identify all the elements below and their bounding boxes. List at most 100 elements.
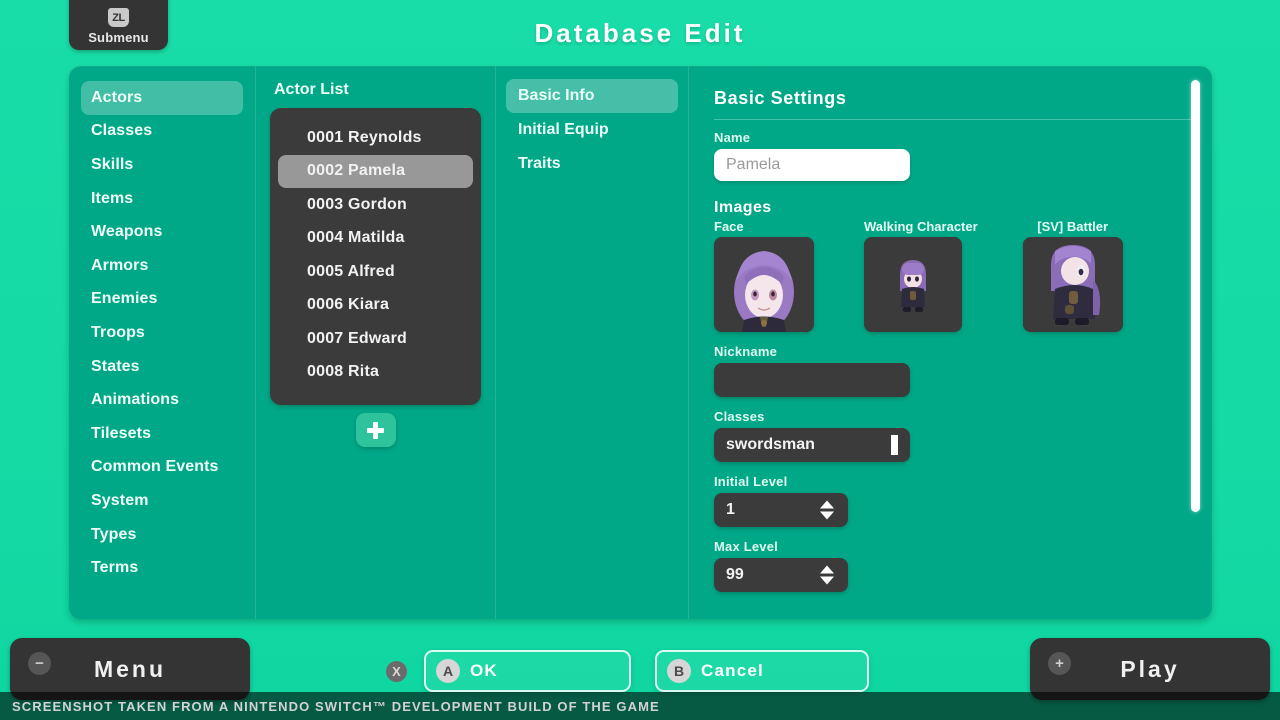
actor-label: 0004 Matilda	[307, 229, 405, 247]
list-item[interactable]: 0005 Alfred	[278, 255, 473, 289]
plus-icon	[367, 421, 384, 439]
actor-label: 0003 Gordon	[307, 195, 408, 213]
sidebar-item-label: Classes	[91, 122, 153, 140]
sidebar-item-label: Actors	[91, 88, 143, 106]
images-section-label: Images	[714, 199, 772, 216]
max-level-label: Max Level	[714, 539, 778, 554]
sidebar-item-classes[interactable]: Classes	[81, 115, 243, 149]
image-caption: [SV] Battler	[1037, 219, 1109, 234]
initial-level-label: Initial Level	[714, 474, 788, 489]
sidebar-item-common-events[interactable]: Common Events	[81, 451, 243, 485]
list-item[interactable]: 0006 Kiara	[278, 289, 473, 323]
list-item[interactable]: 0008 Rita	[278, 356, 473, 390]
database-window: Actors Classes Skills Items Weapons Armo…	[69, 66, 1212, 619]
sidebar-item-label: Common Events	[91, 458, 219, 476]
max-level-stepper[interactable]: 99	[714, 558, 848, 592]
list-item[interactable]: 0001 Reynolds	[278, 121, 473, 155]
actor-label: 0006 Kiara	[307, 296, 390, 314]
sidebar-item-tilesets[interactable]: Tilesets	[81, 417, 243, 451]
stepper-arrows[interactable]	[820, 565, 834, 585]
stepper-arrows[interactable]	[820, 500, 834, 520]
sidebar-item-types[interactable]: Types	[81, 518, 243, 552]
initial-level-value: 1	[726, 501, 735, 518]
name-input[interactable]: Pamela	[714, 149, 910, 181]
sidebar-item-label: Troops	[91, 323, 145, 341]
actor-label: 0007 Edward	[307, 329, 408, 347]
sidebar-item-items[interactable]: Items	[81, 182, 243, 216]
image-slot-face[interactable]: Face	[714, 219, 814, 332]
sidebar-item-label: Armors	[91, 256, 149, 274]
actor-label: 0002 Pamela	[307, 162, 406, 180]
sidebar-item-actors[interactable]: Actors	[81, 81, 243, 115]
nickname-label: Nickname	[714, 344, 778, 359]
app-screen: ZL Submenu Database Edit Actors Classes …	[0, 0, 1280, 720]
image-slot-sv-battler[interactable]: [SV] Battler	[1022, 219, 1123, 332]
minus-button-icon: −	[28, 652, 51, 675]
sidebar-item-label: System	[91, 491, 149, 509]
list-item[interactable]: 0007 Edward	[278, 322, 473, 356]
chevron-up-icon[interactable]	[820, 565, 834, 574]
classes-label: Classes	[714, 409, 765, 424]
face-image-frame[interactable]	[714, 237, 814, 332]
walking-character-image-frame[interactable]	[864, 237, 962, 332]
sidebar-item-skills[interactable]: Skills	[81, 148, 243, 182]
cancel-button[interactable]: B Cancel	[655, 650, 869, 692]
max-level-value: 99	[726, 566, 744, 583]
menu-button[interactable]: − Menu	[10, 638, 250, 700]
tab-label: Traits	[518, 155, 561, 172]
chevron-down-icon[interactable]	[820, 511, 834, 520]
tab-label: Basic Info	[518, 87, 595, 104]
list-item[interactable]: 0004 Matilda	[278, 222, 473, 256]
list-item[interactable]: 0003 Gordon	[278, 188, 473, 222]
actor-list-column: Actor List 0001 Reynolds 0002 Pamela 000…	[256, 66, 496, 619]
a-button-icon: A	[436, 659, 460, 683]
tab-basic-info[interactable]: Basic Info	[506, 79, 678, 113]
chevron-down-icon[interactable]	[820, 576, 834, 585]
sv-battler-image-frame[interactable]	[1022, 237, 1123, 332]
sidebar-item-label: Tilesets	[91, 424, 152, 442]
actor-label: 0005 Alfred	[307, 262, 395, 280]
sidebar-item-label: Enemies	[91, 290, 158, 308]
sidebar-item-enemies[interactable]: Enemies	[81, 283, 243, 317]
chevron-up-icon[interactable]	[820, 500, 834, 509]
sidebar-item-troops[interactable]: Troops	[81, 316, 243, 350]
plus-button-icon: +	[1048, 652, 1071, 675]
nickname-input[interactable]	[714, 363, 910, 397]
play-button-label: Play	[1120, 655, 1180, 682]
sidebar-item-label: Terms	[91, 559, 139, 577]
classes-value: swordsman	[726, 436, 815, 453]
sidebar-item-states[interactable]: States	[81, 350, 243, 384]
play-button[interactable]: + Play	[1030, 638, 1270, 700]
add-actor-button[interactable]	[355, 413, 396, 447]
list-item[interactable]: 0002 Pamela	[278, 154, 473, 188]
tab-column: Basic Info Initial Equip Traits	[496, 66, 689, 619]
divider	[714, 119, 1199, 120]
ok-button[interactable]: A OK	[424, 650, 631, 692]
actor-label: 0001 Reynolds	[307, 128, 422, 146]
sidebar-item-terms[interactable]: Terms	[81, 551, 243, 585]
scrollbar-thumb[interactable]	[1191, 80, 1200, 512]
sidebar-item-animations[interactable]: Animations	[81, 383, 243, 417]
initial-level-stepper[interactable]: 1	[714, 493, 848, 527]
watermark-text: SCREENSHOT TAKEN FROM A NINTENDO SWITCH™…	[12, 698, 660, 714]
image-slot-walking[interactable]: Walking Character	[864, 219, 978, 332]
face-portrait-icon	[714, 237, 814, 332]
sidebar-item-label: Items	[91, 189, 134, 207]
sidebar-item-weapons[interactable]: Weapons	[81, 215, 243, 249]
walking-sprite-icon	[864, 237, 962, 332]
tab-traits[interactable]: Traits	[506, 147, 678, 181]
sidebar-item-armors[interactable]: Armors	[81, 249, 243, 283]
tab-label: Initial Equip	[518, 121, 609, 138]
sidebar-item-system[interactable]: System	[81, 484, 243, 518]
sidebar-item-label: Skills	[91, 155, 134, 173]
name-label: Name	[714, 130, 751, 145]
sidebar-item-label: Weapons	[91, 223, 163, 241]
tab-initial-equip[interactable]: Initial Equip	[506, 113, 678, 147]
watermark-strip: SCREENSHOT TAKEN FROM A NINTENDO SWITCH™…	[0, 692, 1280, 720]
sidebar-item-label: Types	[91, 525, 137, 543]
detail-scrollbar[interactable]	[1191, 80, 1200, 600]
actor-list-header: Actor List	[274, 81, 349, 98]
classes-input[interactable]: swordsman	[714, 428, 910, 462]
name-value: Pamela	[726, 156, 781, 173]
x-button-icon[interactable]: X	[386, 661, 407, 682]
